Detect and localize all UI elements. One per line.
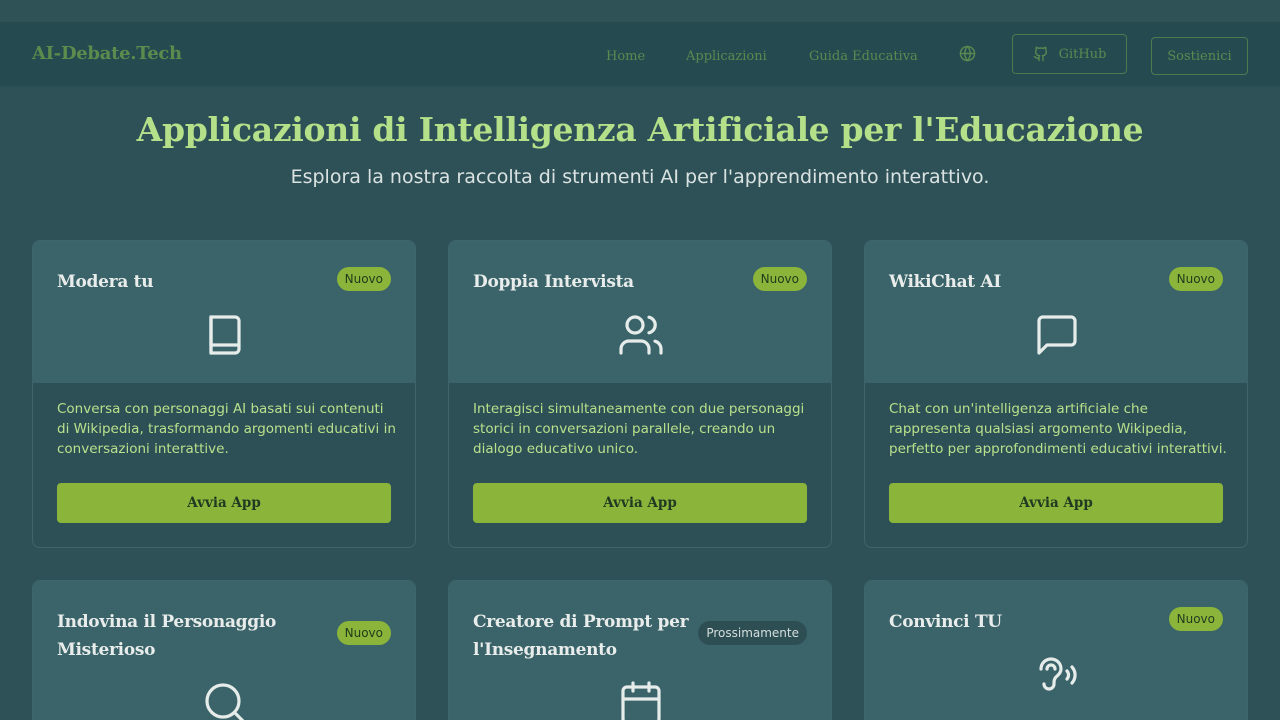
- status-badge: Nuovo: [752, 267, 807, 291]
- top-strip: [0, 0, 1280, 22]
- app-card-doppia-intervista: Doppia Intervista Nuovo Interagisci simu…: [448, 240, 832, 548]
- page-title: Applicazioni di Intelligenza Artificiale…: [136, 110, 1144, 149]
- search-icon: [205, 683, 245, 720]
- github-label: GitHub: [1058, 46, 1107, 62]
- app-card-wikichat-ai: WikiChat AI Nuovo Chat con un'intelligen…: [864, 240, 1248, 548]
- nav-link-applicazioni[interactable]: Applicazioni: [686, 49, 767, 64]
- status-badge: Nuovo: [336, 621, 391, 645]
- users-icon: [619, 315, 663, 355]
- card-description: Interagisci simultaneamente con due pers…: [473, 401, 805, 457]
- status-badge: Nuovo: [1168, 607, 1223, 631]
- card-title: Creatore di Prompt per l'Insegnamento: [473, 612, 689, 660]
- app-card-creatore-prompt: Creatore di Prompt per l'Insegnamento Pr…: [448, 580, 832, 720]
- app-card-convinci-tu: Convinci TU Nuovo: [864, 580, 1248, 720]
- card-title: Convinci TU: [889, 612, 1002, 632]
- ear-speech-icon: [1039, 657, 1077, 691]
- nav-link-guida-educativa[interactable]: Guida Educativa: [809, 49, 918, 64]
- globe-icon[interactable]: [959, 45, 976, 62]
- launch-app-button[interactable]: Avvia App: [473, 483, 807, 523]
- card-title: Indovina il Personaggio Misterioso: [57, 612, 277, 660]
- launch-app-button[interactable]: Avvia App: [57, 483, 391, 523]
- card-title: Doppia Intervista: [473, 272, 634, 292]
- github-icon: [1033, 46, 1047, 62]
- status-badge: Nuovo: [336, 267, 391, 291]
- card-description: Chat con un'intelligenza artificiale che…: [889, 401, 1227, 457]
- github-button[interactable]: GitHub: [1012, 34, 1127, 74]
- status-badge: Prossimamente: [698, 621, 807, 645]
- app-card-modera-tu: Modera tu Nuovo Conversa con personaggi …: [32, 240, 416, 548]
- calendar-icon: [621, 681, 661, 720]
- brand-logo[interactable]: AI-Debate.Tech: [32, 43, 182, 64]
- navbar: AI-Debate.Tech Home Applicazioni Guida E…: [0, 22, 1280, 87]
- book-icon: [209, 315, 241, 355]
- card-title: Modera tu: [57, 272, 154, 292]
- page-subtitle: Esplora la nostra raccolta di strumenti …: [290, 166, 990, 188]
- launch-app-button[interactable]: Avvia App: [889, 483, 1223, 523]
- nav-link-home[interactable]: Home: [606, 49, 645, 64]
- card-description: Conversa con personaggi AI basati sui co…: [57, 401, 396, 457]
- card-title: WikiChat AI: [889, 272, 1002, 292]
- app-card-indovina-personaggio: Indovina il Personaggio Misterioso Nuovo: [32, 580, 416, 720]
- message-square-icon: [1037, 315, 1077, 355]
- status-badge: Nuovo: [1168, 267, 1223, 291]
- support-button[interactable]: Sostienici: [1151, 37, 1248, 75]
